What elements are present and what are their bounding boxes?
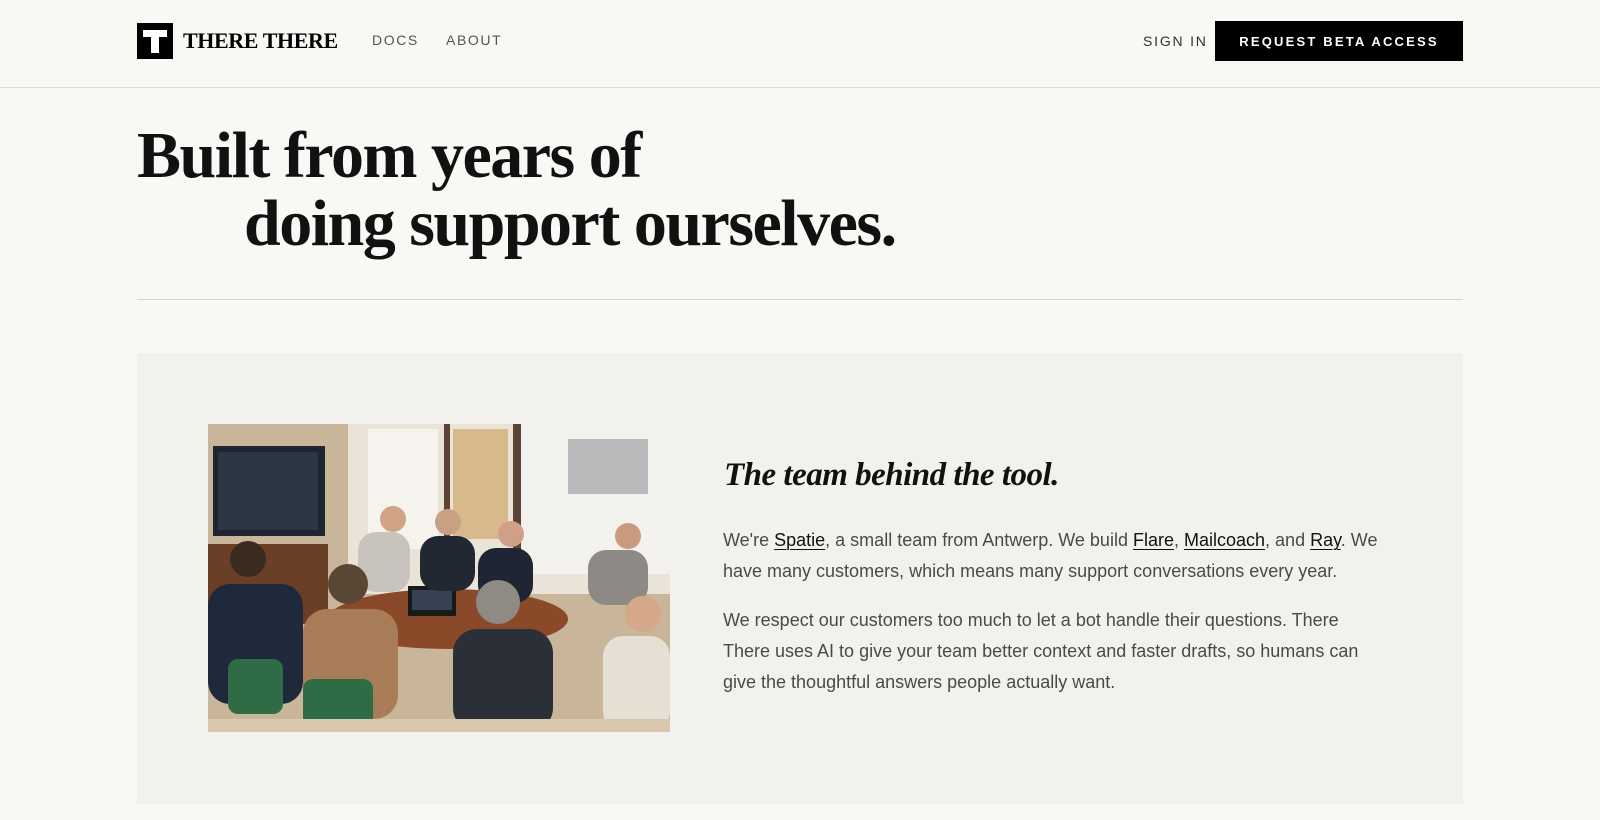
logo[interactable]: THERE THERE <box>137 23 338 59</box>
spatie-link[interactable]: Spatie <box>774 530 825 550</box>
team-paragraph-1: We're Spatie, a small team from Antwerp.… <box>723 525 1383 587</box>
p1-text-3: , <box>1173 530 1184 550</box>
nav-about-link[interactable]: ABOUT <box>446 32 502 48</box>
mailcoach-link[interactable]: Mailcoach <box>1184 530 1265 550</box>
team-paragraph-2: We respect our customers too much to let… <box>723 610 1359 692</box>
hero-line-1: Built from years of <box>137 119 642 192</box>
p1-text-2: , a small team from Antwerp. We build <box>825 530 1133 550</box>
section-divider <box>137 299 1463 300</box>
team-heading: The team behind the tool. <box>724 457 1059 493</box>
top-navigation: THERE THERE DOCS ABOUT SIGN IN REQUEST B… <box>0 0 1600 88</box>
flare-link[interactable]: Flare <box>1133 530 1174 550</box>
nav-docs-link[interactable]: DOCS <box>372 32 419 48</box>
hero-line-2: doing support ourselves. <box>244 187 897 260</box>
sign-in-link[interactable]: SIGN IN <box>1143 33 1208 49</box>
team-photo <box>208 424 670 732</box>
hero-heading: Built from years of doing support oursel… <box>137 119 897 260</box>
p1-text-1: We're <box>723 530 775 550</box>
request-beta-access-button[interactable]: REQUEST BETA ACCESS <box>1215 21 1463 61</box>
p1-text-4: , and <box>1265 530 1311 550</box>
ray-link[interactable]: Ray <box>1310 530 1341 550</box>
logo-text: THERE THERE <box>183 28 338 53</box>
logo-t-icon <box>137 23 173 59</box>
